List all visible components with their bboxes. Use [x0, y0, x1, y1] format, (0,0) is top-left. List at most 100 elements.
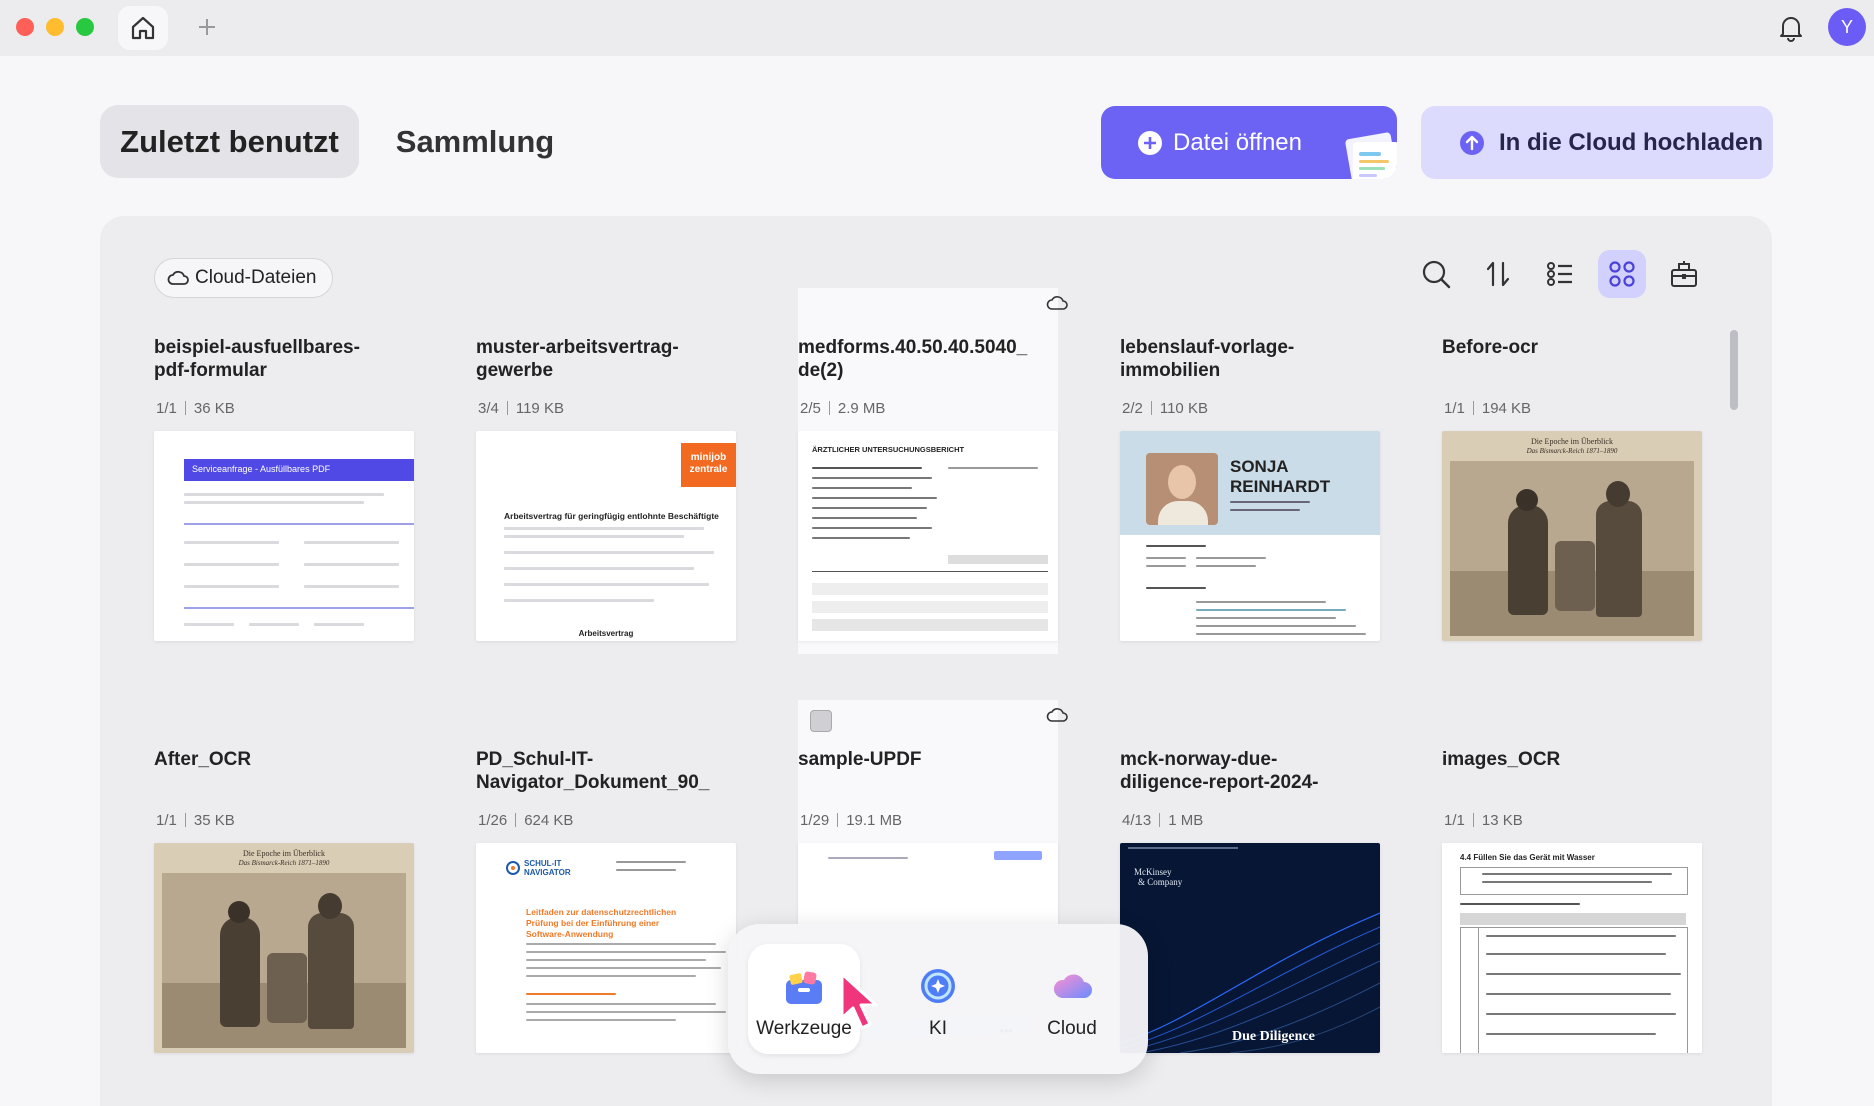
engraving-illustration	[162, 873, 406, 1048]
thumb-mck-title: Due Diligence	[1232, 1029, 1315, 1044]
file-card[interactable]: lebenslauf-vorlage- immobilien 2/2 110 KB…	[1120, 288, 1380, 654]
file-thumbnail: SONJA REINHARDT	[1120, 431, 1380, 641]
file-card[interactable]: medforms.40.50.40.5040_ de(2) 2/5 2.9 MB …	[798, 288, 1068, 654]
thumb-contract-heading: Arbeitsvertrag für geringfügig entlohnte…	[504, 511, 719, 521]
scrollbar[interactable]	[1730, 330, 1738, 410]
file-size: 194 KB	[1481, 400, 1532, 417]
close-window-button[interactable]	[16, 18, 34, 36]
file-thumbnail: 4.4 Füllen Sie das Gerät mit Wasser	[1442, 843, 1702, 1053]
page-count: 1/1	[1444, 812, 1465, 829]
file-size: 19.1 MB	[846, 812, 903, 829]
file-thumbnail: minijob zentrale Arbeitsvertrag für geri…	[476, 431, 736, 641]
file-size: 119 KB	[515, 400, 564, 417]
file-thumbnail: SCHUL-IT NAVIGATOR Leitfaden zur datensc…	[476, 843, 736, 1053]
upload-to-cloud-button[interactable]: In die Cloud hochladen	[1421, 106, 1773, 179]
thumb-history-caption: Die Epoche im Überblick	[243, 849, 325, 858]
thumb-ocr-heading: 4.4 Füllen Sie das Gerät mit Wasser	[1460, 853, 1595, 862]
file-title: lebenslauf-vorlage- immobilien	[1120, 337, 1295, 381]
thumb-cv-name-2: REINHARDT	[1230, 477, 1331, 496]
tab-collection[interactable]: Sammlung	[380, 105, 570, 178]
dock-cloud-button[interactable]: Cloud	[1016, 944, 1128, 1054]
page-count: 1/1	[156, 400, 177, 417]
page-count: 2/5	[800, 400, 821, 417]
thumb-cv-name: SONJA	[1230, 457, 1289, 476]
file-title: Before-ocr	[1442, 337, 1539, 358]
file-thumbnail: McKinsey & Company Due Diligence	[1120, 843, 1380, 1053]
file-card[interactable]: Before-ocr 1/1 194 KB Die Epoche im Überb…	[1442, 288, 1702, 654]
thumb-contract-badge: minijob	[690, 452, 727, 463]
thumb-schul-logo-2: NAVIGATOR	[524, 868, 571, 877]
minimize-window-button[interactable]	[46, 18, 64, 36]
page-count: 4/13	[1122, 812, 1152, 829]
file-meta: 1/1 35 KB	[156, 812, 235, 829]
page-count: 1/26	[478, 812, 508, 829]
quick-action-dock: Werkzeuge KI Cloud	[728, 924, 1148, 1074]
file-card[interactable]: images_OCR 1/1 13 KB 4.4 Füllen Sie das G…	[1442, 700, 1702, 1066]
file-card[interactable]: beispiel-ausfuellbares- pdf-formular 1/1…	[154, 288, 414, 654]
file-size: 624 KB	[524, 812, 574, 829]
file-meta: 2/5 2.9 MB	[800, 400, 885, 417]
open-file-button[interactable]: Datei öffnen	[1101, 106, 1397, 179]
thumb-contract-badge-2: zentrale	[689, 464, 728, 475]
file-card[interactable]: muster-arbeitsvertrag- gewerbe 3/4 119 KB…	[476, 288, 736, 654]
thumb-form-header: Serviceanfrage - Ausfüllbares PDF	[192, 464, 331, 474]
grid-view-icon	[1609, 261, 1635, 287]
file-meta: 1/1 194 KB	[1444, 400, 1531, 417]
page-count: 1/1	[156, 812, 177, 829]
thumb-history-caption-2: Das Bismarck-Reich 1871–1890	[238, 859, 330, 867]
cloud-files-label: Cloud-Dateien	[195, 267, 317, 288]
file-thumbnail: Die Epoche im Überblick Das Bismarck-Rei…	[1442, 431, 1702, 641]
file-meta: 1/1 13 KB	[1444, 812, 1523, 829]
zoom-window-button[interactable]	[76, 18, 94, 36]
tab-recent[interactable]: Zuletzt benutzt	[100, 105, 359, 178]
file-card[interactable]: PD_Schul-IT- Navigator_Dokument_90_ 1/26…	[476, 700, 736, 1066]
dock-ai-button[interactable]: KI	[882, 944, 994, 1054]
file-title: medforms.40.50.40.5040_ de(2)	[798, 337, 1028, 381]
file-meta: 4/13 1 MB	[1122, 812, 1203, 829]
file-meta: 1/26 624 KB	[478, 812, 573, 829]
thumb-contract-footer: Arbeitsvertrag	[578, 629, 634, 638]
search-icon	[1422, 260, 1451, 289]
file-size: 1 MB	[1168, 812, 1204, 829]
page-count: 1/29	[800, 812, 830, 829]
dock-cloud-label: Cloud	[1047, 1018, 1097, 1039]
page-count: 3/4	[478, 400, 499, 417]
file-title: After_OCR	[154, 749, 252, 770]
thumb-schul-logo: SCHUL-IT	[524, 859, 562, 868]
file-meta: 3/4 119 KB	[478, 400, 564, 417]
file-size: 2.9 MB	[837, 400, 886, 417]
ai-icon	[921, 969, 955, 1003]
home-tab[interactable]	[118, 6, 168, 50]
home-icon	[131, 16, 155, 40]
thumb-schul-heading: Leitfaden zur datenschutzrechtlichen Prü…	[526, 907, 677, 939]
select-checkbox[interactable]	[810, 710, 832, 732]
avatar[interactable]: Y	[1828, 8, 1866, 46]
file-meta: 1/1 36 KB	[156, 400, 235, 417]
file-card[interactable]: mck-norway-due- diligence-report-2024- 4…	[1120, 700, 1380, 1066]
file-size: 36 KB	[193, 400, 235, 417]
file-size: 13 KB	[1481, 812, 1523, 829]
tools-icon	[786, 971, 822, 1004]
file-title: sample-UPDF	[798, 749, 922, 770]
new-tab-button[interactable]	[190, 10, 224, 44]
upload-icon	[1460, 131, 1484, 155]
schul-it-logo-icon	[506, 861, 520, 875]
page-count: 2/2	[1122, 400, 1143, 417]
cloud-icon	[167, 270, 189, 285]
list-view-icon	[1547, 262, 1572, 286]
file-title: PD_Schul-IT- Navigator_Dokument_90_	[476, 749, 710, 793]
cv-photo	[1146, 453, 1218, 525]
file-size: 110 KB	[1159, 400, 1208, 417]
file-card[interactable]: After_OCR 1/1 35 KB Die Epoche im Überbli…	[154, 700, 414, 1066]
open-file-label: Datei öffnen	[1173, 129, 1302, 156]
file-thumbnail: Die Epoche im Überblick Das Bismarck-Rei…	[154, 843, 414, 1053]
cloud-synced-icon	[1046, 296, 1068, 310]
engraving-illustration	[1450, 461, 1694, 636]
upload-to-cloud-label: In die Cloud hochladen	[1499, 129, 1763, 156]
file-title: muster-arbeitsvertrag- gewerbe	[476, 337, 679, 381]
plus-circle-icon	[1138, 131, 1162, 155]
notifications-button[interactable]	[1773, 10, 1809, 46]
file-meta: 1/29 19.1 MB	[800, 812, 902, 829]
mouse-pointer-icon	[840, 972, 878, 1030]
thumb-mck-brand-2: & Company	[1138, 877, 1183, 887]
